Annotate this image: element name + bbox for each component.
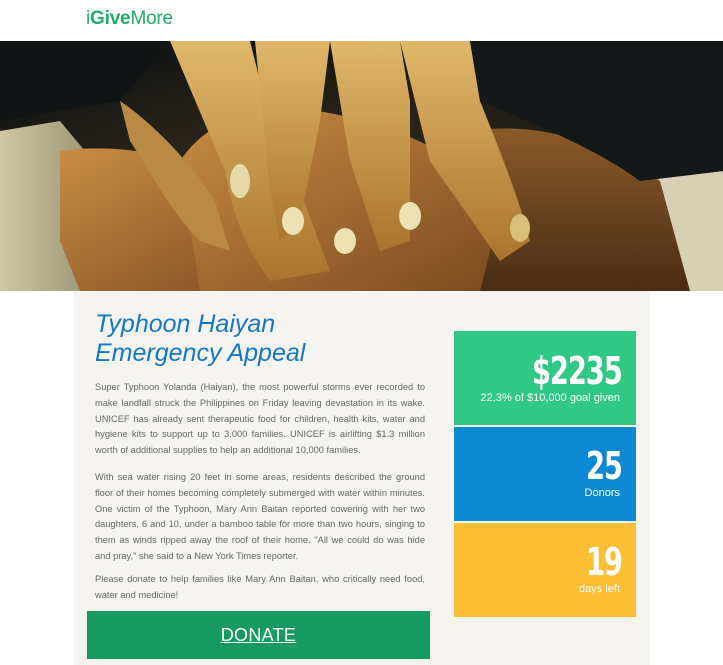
brand-logo[interactable]: iGiveMore [86,8,173,30]
amount-raised-value: $2235 [532,349,623,393]
appeal-paragraph: With sea water rising 20 feet in some ar… [95,472,425,561]
appeal-paragraph: Please donate to help families like Mary… [95,574,425,600]
donors-count: 25 [586,444,623,488]
donate-button-label: DONATE [220,624,297,645]
donors-card: 25 Donors [454,427,636,521]
days-left-label: days left [579,583,620,595]
donate-button[interactable]: DONATE [87,611,430,659]
page-title: Typhoon Haiyan Emergency Appeal [95,310,435,368]
site-header: iGiveMore [0,0,723,41]
hands-photo-icon [0,41,723,291]
hero-image [0,41,723,291]
logo-part-more: More [130,8,173,29]
amount-raised-label: 22.3% of $10,000 goal given [480,392,620,404]
appeal-paragraph: Super Typhoon Yolanda (Haiyan), the most… [95,382,425,456]
donors-label: Donors [584,487,620,499]
title-line-1: Typhoon Haiyan [95,310,276,338]
title-line-2: Emergency Appeal [95,339,306,367]
days-left-card: 19 days left [454,523,636,617]
days-left-count: 19 [586,540,623,584]
logo-part-give: Give [90,8,131,29]
amount-raised-card: $2235 22.3% of $10,000 goal given [454,331,636,425]
